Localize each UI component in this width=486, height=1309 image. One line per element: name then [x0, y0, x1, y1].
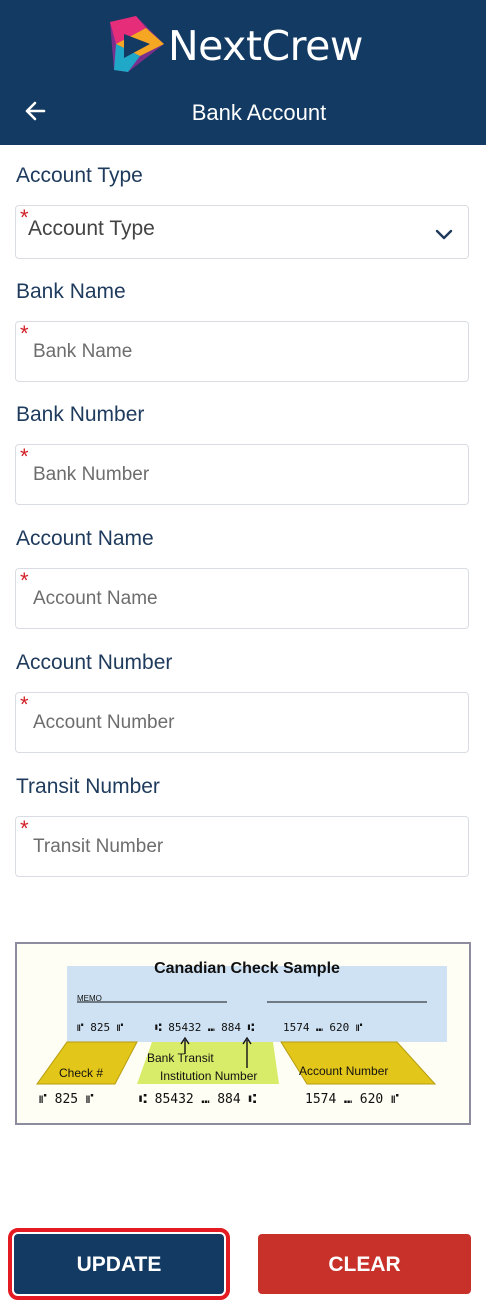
transit-number-field: * — [15, 816, 469, 877]
bank-name-field: * — [15, 321, 469, 382]
check-sample-title: Canadian Check Sample — [154, 960, 340, 977]
transit-number-label: Transit Number — [16, 775, 160, 798]
required-marker: * — [20, 692, 29, 717]
bank-number-label: Bank Number — [16, 403, 145, 426]
account-number-label: Account Number — [16, 651, 173, 674]
bank-number-field: * — [15, 444, 469, 505]
account-type-value: Account Type — [28, 217, 155, 240]
bank-transit-label: Bank Transit — [147, 1051, 214, 1065]
micr-bottom-check: ⑈ 825 ⑈ — [39, 1092, 94, 1107]
micr-account: 1574 ⑉ 620 ⑈ — [283, 1021, 363, 1034]
bank-number-input[interactable] — [33, 445, 453, 505]
account-number-field: * — [15, 692, 469, 753]
micr-bottom-transit: ⑆ 85432 ⑉ 884 ⑆ — [139, 1092, 257, 1107]
app-header: NextCrew Bank Account — [0, 0, 486, 145]
required-marker: * — [20, 568, 29, 593]
bank-name-input[interactable] — [33, 322, 453, 382]
account-number-input[interactable] — [33, 693, 453, 753]
required-marker: * — [20, 444, 29, 469]
account-name-field: * — [15, 568, 469, 629]
page-title: Bank Account — [191, 100, 327, 125]
account-name-input[interactable] — [33, 569, 453, 629]
account-number-sample-label: Account Number — [299, 1064, 388, 1078]
bank-name-label: Bank Name — [16, 280, 126, 303]
micr-bottom-account: 1574 ⑉ 620 ⑈ — [305, 1092, 399, 1107]
micr-transit: ⑆ 85432 ⑉ 884 ⑆ — [155, 1021, 255, 1034]
account-type-select[interactable]: * Account Type — [15, 205, 469, 259]
institution-number-label: Institution Number — [160, 1069, 257, 1083]
check-number-label: Check # — [59, 1066, 103, 1080]
micr-check-number: ⑈ 825 ⑈ — [77, 1021, 124, 1034]
required-marker: * — [20, 816, 29, 841]
nextcrew-logo-icon — [110, 16, 164, 72]
account-name-label: Account Name — [16, 527, 154, 550]
account-type-label: Account Type — [16, 164, 143, 187]
chevron-down-icon[interactable] — [434, 224, 454, 244]
clear-button[interactable]: CLEAR — [258, 1234, 471, 1294]
transit-number-input[interactable] — [33, 817, 453, 877]
update-button[interactable]: UPDATE — [8, 1228, 230, 1300]
brand-name: NextCrew — [168, 22, 363, 70]
required-marker: * — [20, 321, 29, 346]
check-sample-image: Canadian Check Sample MEMO ⑈ 825 ⑈ ⑆ 854… — [15, 942, 471, 1125]
